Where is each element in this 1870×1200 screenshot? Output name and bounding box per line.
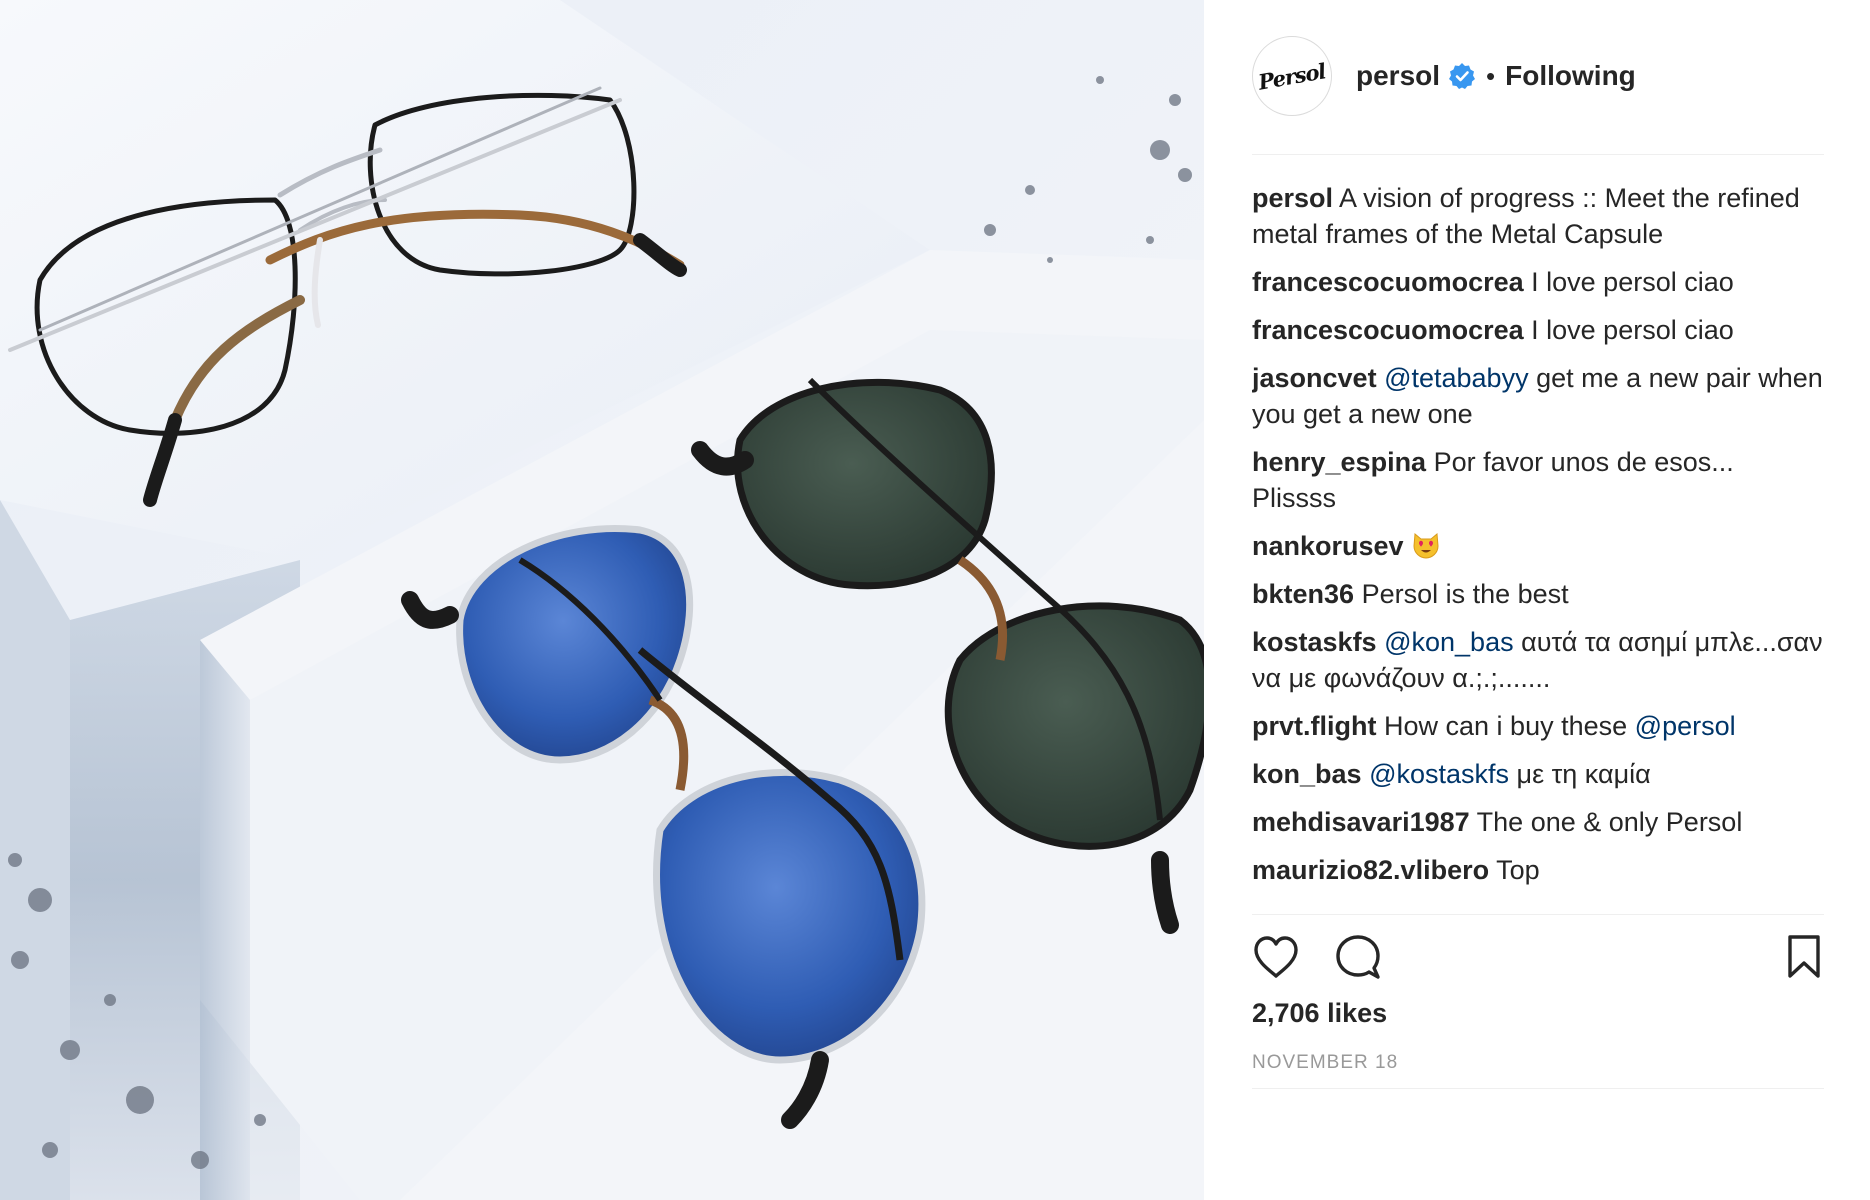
comment-item: jasoncvet @tetababyy get me a new pair w…: [1252, 360, 1824, 432]
mention-link[interactable]: @persol: [1635, 711, 1736, 741]
heart-eyes-cat-emoji: [1411, 530, 1441, 560]
comment-username[interactable]: maurizio82.vlibero: [1252, 855, 1489, 885]
comment-item: mehdisavari1987 The one & only Persol: [1252, 804, 1824, 840]
divider: [1252, 1088, 1824, 1089]
comment-text: A vision of progress :: Meet the refined…: [1252, 183, 1800, 249]
post-details-panel: Persol persol • Following persol A visio…: [1204, 0, 1870, 1200]
action-bar: [1252, 934, 1824, 984]
comment-item: bkten36 Persol is the best: [1252, 576, 1824, 612]
post-date: NOVEMBER 18: [1252, 1052, 1399, 1073]
following-button[interactable]: Following: [1505, 60, 1636, 92]
mention-link[interactable]: @tetababyy: [1384, 363, 1529, 393]
mention-link[interactable]: @kostaskfs: [1369, 759, 1509, 789]
comment-text: I love persol ciao: [1531, 267, 1734, 297]
comment-username[interactable]: jasoncvet: [1252, 363, 1377, 393]
comment-text: Top: [1496, 855, 1540, 885]
comment-username[interactable]: henry_espina: [1252, 447, 1426, 477]
comment-item: francescocuomocrea I love persol ciao: [1252, 312, 1824, 348]
separator-dot: •: [1486, 60, 1496, 91]
comment-item: kon_bas @kostaskfs με τη καμία: [1252, 756, 1824, 792]
divider: [1252, 914, 1824, 915]
persol-logo: Persol: [1256, 57, 1328, 95]
mention-link[interactable]: @kon_bas: [1384, 627, 1514, 657]
comment-username[interactable]: prvt.flight: [1252, 711, 1376, 741]
comment-item: francescocuomocrea I love persol ciao: [1252, 264, 1824, 300]
eyewear-photo: [0, 0, 1204, 1200]
post-header: Persol persol • Following: [1252, 36, 1824, 116]
comment-text: Persol is the best: [1361, 579, 1569, 609]
comment-username[interactable]: mehdisavari1987: [1252, 807, 1470, 837]
post-photo[interactable]: [0, 0, 1204, 1200]
comments-list[interactable]: persol A vision of progress :: Meet the …: [1252, 180, 1824, 914]
comment-username[interactable]: kon_bas: [1252, 759, 1362, 789]
comment-item: kostaskfs @kon_bas αυτά τα ασημί μπλε...…: [1252, 624, 1824, 696]
speech-bubble-icon[interactable]: [1334, 934, 1382, 987]
likes-count[interactable]: 2,706 likes: [1252, 998, 1387, 1029]
verified-badge-icon: [1448, 62, 1476, 90]
comment-username[interactable]: nankorusev: [1252, 531, 1404, 561]
heart-outline-icon[interactable]: [1252, 934, 1300, 985]
divider: [1252, 154, 1824, 155]
comment-username[interactable]: kostaskfs: [1252, 627, 1377, 657]
username-link[interactable]: persol: [1356, 60, 1440, 92]
comment-username[interactable]: francescocuomocrea: [1252, 267, 1524, 297]
comment-item: henry_espina Por favor unos de esos... P…: [1252, 444, 1824, 516]
comment-username[interactable]: bkten36: [1252, 579, 1354, 609]
comment-username[interactable]: francescocuomocrea: [1252, 315, 1524, 345]
comment-item: maurizio82.vlibero Top: [1252, 852, 1824, 888]
comment-text: The one & only Persol: [1476, 807, 1743, 837]
comment-item: persol A vision of progress :: Meet the …: [1252, 180, 1824, 252]
comment-item: prvt.flight How can i buy these @persol: [1252, 708, 1824, 744]
comment-username[interactable]: persol: [1252, 183, 1333, 213]
bookmark-icon[interactable]: [1784, 934, 1824, 985]
avatar[interactable]: Persol: [1252, 36, 1332, 116]
comment-item: nankorusev: [1252, 528, 1824, 564]
comment-text: με τη καμία: [1516, 759, 1651, 789]
comment-text: I love persol ciao: [1531, 315, 1734, 345]
comment-text: How can i buy these: [1384, 711, 1628, 741]
